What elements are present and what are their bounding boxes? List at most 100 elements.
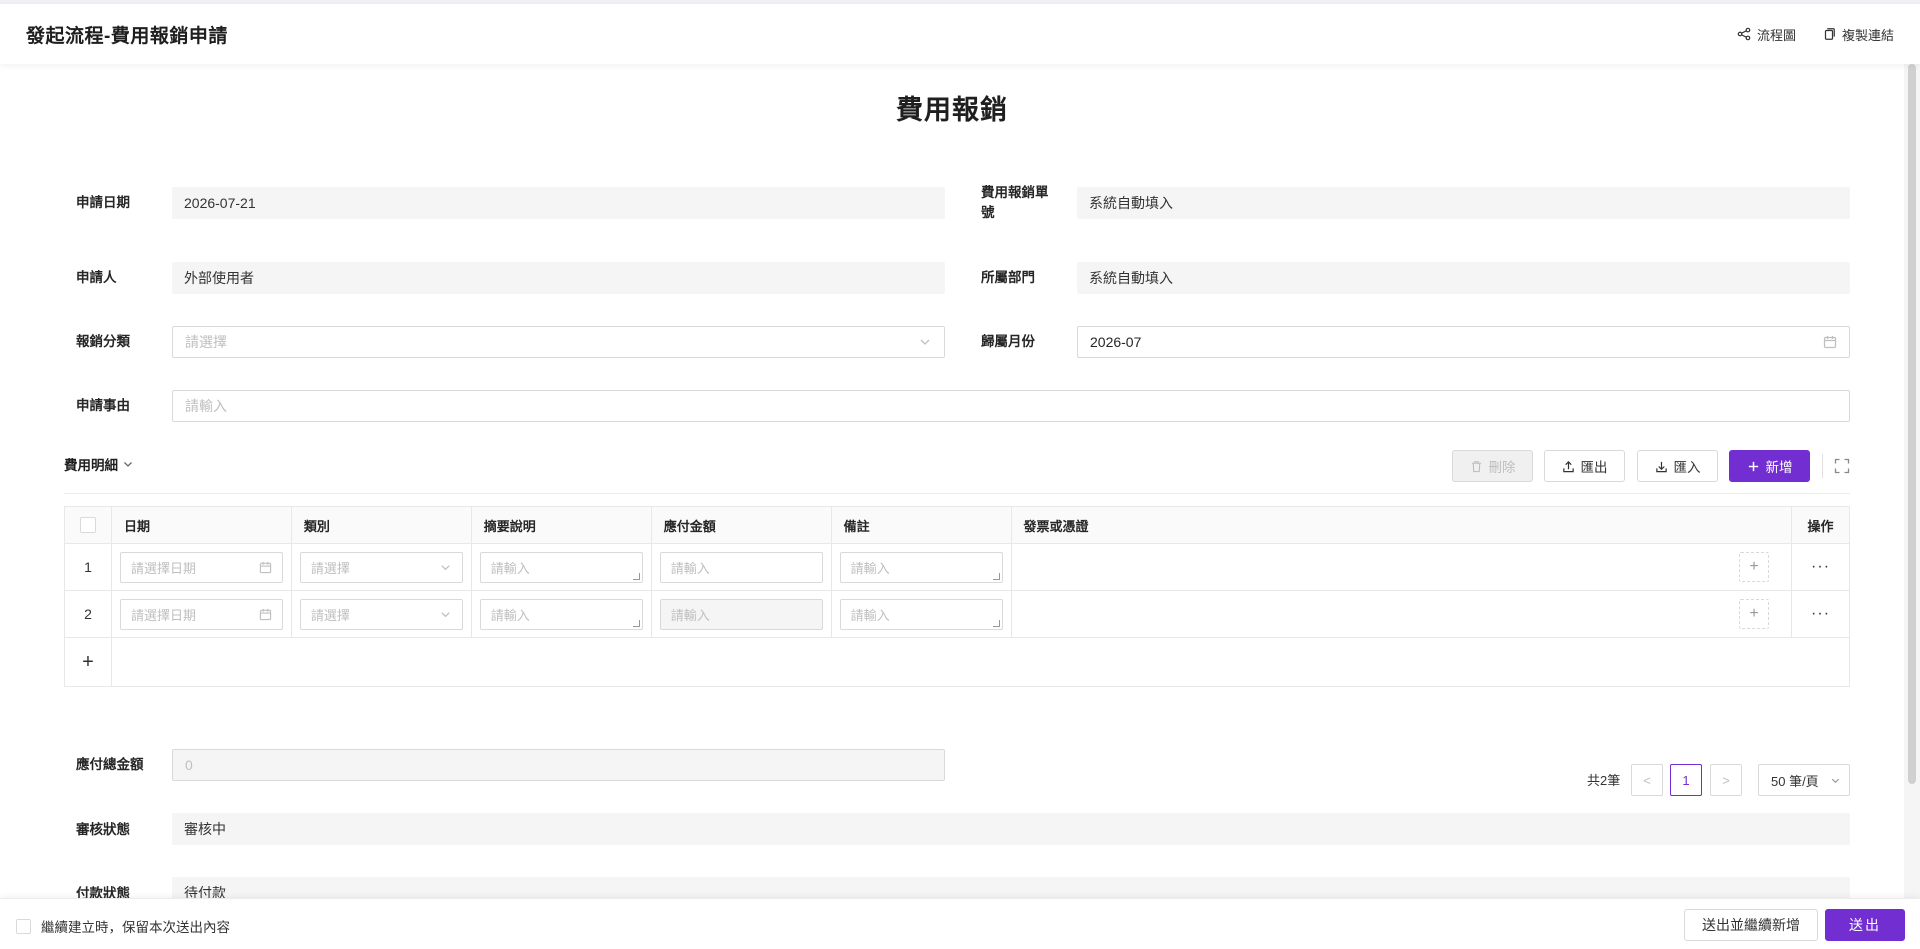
more-icon[interactable]: ··· bbox=[1811, 558, 1830, 576]
apply-date-label: 申請日期 bbox=[76, 195, 130, 210]
details-title: 費用明細 bbox=[64, 458, 118, 473]
import-button[interactable]: 匯入 bbox=[1637, 450, 1718, 482]
row-index-cell: 1 bbox=[65, 544, 112, 590]
import-label: 匯入 bbox=[1673, 460, 1701, 475]
claim-no-label: 費用報銷單號 bbox=[981, 185, 1049, 220]
resize-handle[interactable] bbox=[992, 619, 1000, 627]
prev-page-button[interactable]: < bbox=[1631, 764, 1663, 796]
summary-textarea[interactable]: 請輸入 bbox=[479, 551, 643, 583]
col-note: 備註 bbox=[832, 507, 1012, 543]
claim-no-field: 系統自動填入 bbox=[1077, 187, 1850, 219]
category-select[interactable]: 請選擇 bbox=[172, 326, 945, 358]
delete-button[interactable]: 刪除 bbox=[1452, 450, 1533, 482]
export-button[interactable]: 匯出 bbox=[1544, 450, 1625, 482]
flowchart-label: 流程圖 bbox=[1756, 27, 1796, 43]
invoice-cell: + bbox=[1012, 544, 1793, 590]
summary-cell: 請輸入 bbox=[472, 544, 652, 590]
chevron-down-icon bbox=[441, 564, 450, 570]
review-status-label: 審核狀態 bbox=[76, 822, 130, 837]
keep-content-checkbox[interactable]: 繼續建立時，保留本次送出內容 bbox=[16, 916, 230, 936]
note-textarea[interactable]: 請輸入 bbox=[839, 551, 1003, 583]
note-placeholder: 請輸入 bbox=[850, 560, 890, 576]
page-size-value: 50 筆/頁 bbox=[1771, 773, 1819, 789]
flowchart-button[interactable]: 流程圖 bbox=[1737, 25, 1796, 44]
row-index-cell: 2 bbox=[65, 591, 112, 637]
fullscreen-icon[interactable] bbox=[1834, 458, 1850, 474]
note-textarea[interactable]: 請輸入 bbox=[839, 598, 1003, 630]
date-picker[interactable]: 請選擇日期 bbox=[119, 598, 283, 630]
calendar-icon bbox=[1823, 336, 1837, 349]
header-actions: 流程圖 複製連結 bbox=[1737, 25, 1894, 44]
export-label: 匯出 bbox=[1580, 460, 1608, 475]
next-page-button[interactable]: > bbox=[1710, 764, 1742, 796]
total-field: 0 bbox=[172, 749, 945, 781]
resize-handle[interactable] bbox=[992, 572, 1000, 580]
checkbox-box[interactable] bbox=[16, 918, 31, 934]
summary-textarea[interactable]: 請輸入 bbox=[479, 598, 643, 630]
flowchart-icon bbox=[1737, 27, 1751, 41]
toolbar-divider bbox=[1822, 454, 1823, 478]
note-placeholder: 請輸入 bbox=[850, 607, 890, 623]
department-label: 所屬部門 bbox=[981, 270, 1035, 285]
keep-content-label: 繼續建立時，保留本次送出內容 bbox=[41, 920, 230, 935]
amount-input[interactable]: 請輸入 bbox=[659, 551, 823, 583]
date-cell: 請選擇日期 bbox=[112, 544, 292, 590]
form-body: 費用報銷 申請日期 2026-07-21 費用報銷單號 系統自動填入 申請人 外… bbox=[0, 64, 1904, 898]
department-field: 系統自動填入 bbox=[1077, 262, 1850, 294]
page-title: 發起流程-費用報銷申請 bbox=[26, 25, 228, 47]
scrollbar-thumb[interactable] bbox=[1908, 64, 1916, 784]
delete-label: 刪除 bbox=[1488, 460, 1516, 475]
category-label: 報銷分類 bbox=[76, 334, 130, 349]
upload-button[interactable]: + bbox=[1739, 552, 1770, 582]
page-size-select[interactable]: 50 筆/頁 bbox=[1758, 764, 1850, 796]
page-header: 發起流程-費用報銷申請 流程圖 複製連結 bbox=[0, 4, 1920, 64]
amount-cell: 請輸入 bbox=[652, 591, 832, 637]
vertical-scrollbar[interactable] bbox=[1904, 64, 1920, 898]
date-placeholder: 請選擇日期 bbox=[130, 560, 196, 576]
date-picker[interactable]: 請選擇日期 bbox=[119, 551, 283, 583]
col-amount: 應付金額 bbox=[652, 507, 832, 543]
resize-handle[interactable] bbox=[632, 572, 640, 580]
month-picker[interactable]: 2026-07 bbox=[1077, 326, 1850, 358]
invoice-cell: + bbox=[1012, 591, 1793, 637]
summary-placeholder: 請輸入 bbox=[490, 560, 530, 576]
chevron-down-icon bbox=[441, 611, 450, 617]
summary-cell: 請輸入 bbox=[472, 591, 652, 637]
pagination-total: 共2筆 bbox=[1587, 773, 1621, 788]
submit-continue-button[interactable]: 送出並繼續新增 bbox=[1684, 909, 1818, 941]
copy-link-label: 複製連結 bbox=[1841, 27, 1894, 43]
payment-status-field: 待付款 bbox=[172, 877, 1850, 898]
summary-placeholder: 請輸入 bbox=[490, 607, 530, 623]
category-placeholder: 請選擇 bbox=[185, 334, 227, 350]
amount-input[interactable]: 請輸入 bbox=[659, 598, 823, 630]
details-section-toggle[interactable]: 費用明細 bbox=[64, 454, 134, 474]
category-select[interactable]: 請選擇 bbox=[299, 598, 463, 630]
category-placeholder: 請選擇 bbox=[310, 560, 350, 576]
calendar-icon bbox=[259, 561, 272, 573]
row-index: 2 bbox=[84, 606, 92, 622]
upload-button[interactable]: + bbox=[1739, 599, 1770, 629]
calendar-icon bbox=[259, 608, 272, 620]
review-status-field: 審核中 bbox=[172, 813, 1850, 845]
payment-status-label: 付款狀態 bbox=[76, 886, 130, 898]
more-icon[interactable]: ··· bbox=[1811, 605, 1830, 623]
applicant-label: 申請人 bbox=[76, 270, 117, 285]
page-footer: 繼續建立時，保留本次送出內容 送出並繼續新增 送出 bbox=[0, 898, 1920, 949]
date-cell: 請選擇日期 bbox=[112, 591, 292, 637]
category-cell: 請選擇 bbox=[292, 544, 472, 590]
category-cell: 請選擇 bbox=[292, 591, 472, 637]
copy-link-button[interactable]: 複製連結 bbox=[1822, 25, 1894, 44]
select-all-cell bbox=[65, 507, 112, 543]
resize-handle[interactable] bbox=[632, 619, 640, 627]
chevron-down-icon bbox=[1831, 778, 1840, 784]
month-label: 歸屬月份 bbox=[981, 334, 1035, 349]
category-select[interactable]: 請選擇 bbox=[299, 551, 463, 583]
select-all-checkbox[interactable] bbox=[79, 517, 96, 533]
note-cell: 請輸入 bbox=[832, 544, 1012, 590]
add-button[interactable]: 新增 bbox=[1729, 450, 1810, 482]
page-1-button[interactable]: 1 bbox=[1670, 764, 1702, 796]
submit-button[interactable]: 送出 bbox=[1825, 909, 1905, 941]
reason-textarea[interactable]: 請輸入 bbox=[172, 390, 1850, 422]
add-row-button[interactable]: + bbox=[82, 651, 94, 674]
date-placeholder: 請選擇日期 bbox=[130, 607, 196, 623]
